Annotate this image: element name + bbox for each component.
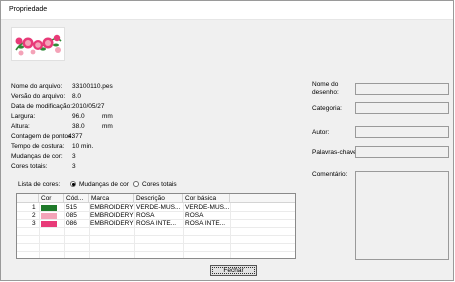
- design-name-label: Nome do desenho:: [312, 81, 339, 96]
- author-label: Autor:: [312, 129, 330, 136]
- comment-label: Comentário:: [312, 171, 348, 178]
- properties-dialog: Propriedade Nome do arquivo: 33100110.pe…: [0, 0, 454, 281]
- author-field[interactable]: [355, 126, 449, 138]
- prop-label: Versão do arquivo:: [11, 93, 66, 100]
- design-thumbnail: [11, 27, 65, 61]
- color-list-label: Lista de cores:: [18, 181, 61, 188]
- prop-value: 8.0: [72, 93, 82, 100]
- category-label: Categoria:: [312, 105, 342, 112]
- row-divider: [17, 251, 295, 252]
- radio-color-changes-label[interactable]: Mudanças de cor: [79, 181, 129, 188]
- row-divider: [17, 219, 295, 220]
- category-field[interactable]: [355, 102, 449, 114]
- design-name-field[interactable]: [355, 83, 449, 95]
- flower-design-icon: [15, 34, 62, 56]
- column-header-code[interactable]: Cód...: [64, 194, 89, 203]
- prop-label: Data de modificação:: [11, 103, 73, 110]
- prop-unit: mm: [102, 113, 113, 120]
- row-divider: [17, 243, 295, 244]
- title-bar: Propriedade: [1, 1, 453, 20]
- prop-label: Cores totais:: [11, 163, 48, 170]
- prop-label: Mudanças de cor:: [11, 153, 63, 160]
- column-divider: [230, 203, 231, 258]
- prop-label: Tempo de costura:: [11, 143, 65, 150]
- row-divider: [17, 211, 295, 212]
- column-divider: [134, 203, 135, 258]
- prop-value: 4377: [68, 133, 83, 140]
- prop-value: 10 min.: [72, 143, 94, 150]
- comment-field[interactable]: [355, 171, 449, 260]
- column-divider: [64, 203, 65, 258]
- column-header-spacer: [230, 194, 295, 203]
- column-divider: [39, 203, 40, 258]
- column-header-index[interactable]: [17, 194, 39, 203]
- keywords-field[interactable]: [355, 146, 449, 158]
- radio-total-colors-label[interactable]: Cores totais: [142, 181, 177, 188]
- column-divider: [183, 203, 184, 258]
- column-header-brand[interactable]: Marca: [89, 194, 134, 203]
- column-header-basic-color[interactable]: Cor básica: [183, 194, 230, 203]
- dialog-title: Propriedade: [9, 6, 48, 13]
- prop-label: Contagem de pontos:: [11, 133, 74, 140]
- radio-total-colors[interactable]: [133, 181, 139, 187]
- radio-color-changes[interactable]: [70, 181, 76, 187]
- prop-value: 3: [72, 153, 76, 160]
- prop-value: 38.0: [72, 123, 85, 130]
- color-table[interactable]: Cor Cód... Marca Descrição Cor básica 1 …: [16, 193, 296, 259]
- close-button[interactable]: Fechar: [210, 265, 257, 276]
- prop-label: Altura:: [11, 123, 30, 130]
- prop-value: 96.0: [72, 113, 85, 120]
- keywords-label: Palavras-chave:: [312, 149, 359, 156]
- column-divider: [89, 203, 90, 258]
- prop-unit: mm: [102, 123, 113, 130]
- prop-value: 3: [72, 163, 76, 170]
- prop-label: Nome do arquivo:: [11, 83, 63, 90]
- prop-value: 2010/05/27: [72, 103, 105, 110]
- column-header-color[interactable]: Cor: [39, 194, 64, 203]
- row-divider: [17, 227, 295, 228]
- column-header-description[interactable]: Descrição: [134, 194, 183, 203]
- prop-value: 33100110.pes: [72, 83, 113, 90]
- prop-label: Largura:: [11, 113, 36, 120]
- focus-ring: [212, 267, 255, 274]
- row-divider: [17, 235, 295, 236]
